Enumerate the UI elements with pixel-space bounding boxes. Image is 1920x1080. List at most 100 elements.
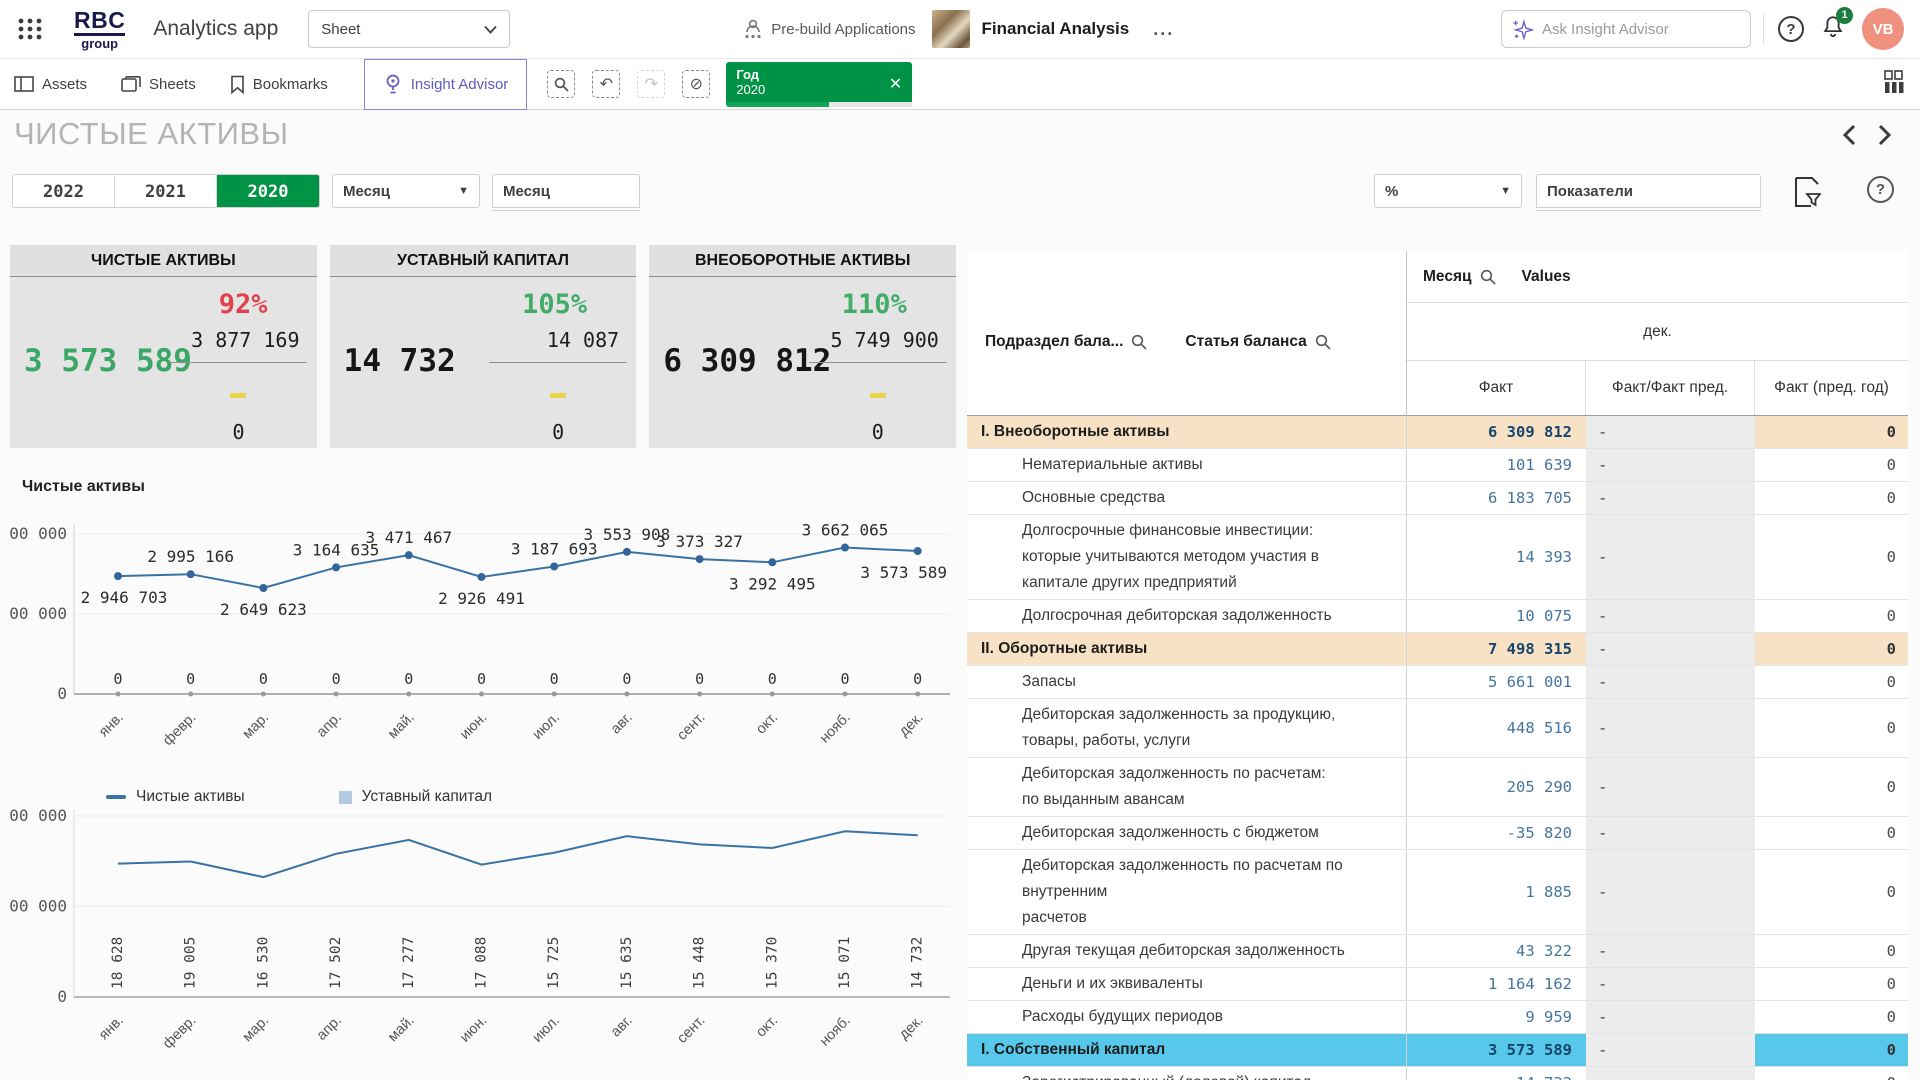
ask-insight-advisor-input[interactable]	[1542, 21, 1722, 38]
table-row[interactable]: Дебиторская задолженность по расчетам по…	[967, 850, 1908, 935]
user-avatar[interactable]: VB	[1862, 8, 1904, 50]
app-thumbnail[interactable]	[932, 10, 970, 48]
row-label[interactable]: Основные средства	[967, 482, 1407, 514]
notifications-button[interactable]: 1	[1820, 14, 1846, 45]
svg-text:16 530: 16 530	[255, 937, 271, 989]
clear-selections-button[interactable]: ⊘	[682, 70, 710, 98]
net-assets-line-chart[interactable]: 4 000 0002 000 00002 946 7032 995 1662 6…	[10, 496, 956, 751]
row-label[interactable]: Дебиторская задолженность с бюджетом	[967, 817, 1407, 849]
sheet-selector[interactable]: Sheet	[308, 10, 510, 48]
sheets-button[interactable]: Sheets	[121, 76, 196, 93]
table-row[interactable]: Дебиторская задолженность по расчетам: п…	[967, 758, 1908, 817]
row-label[interactable]: Долгосрочная дебиторская задолженность	[967, 600, 1407, 632]
column-header-fact-prev-year[interactable]: Факт (пред. год)	[1755, 361, 1908, 415]
table-row[interactable]: Основные средства6 183 705-0	[967, 482, 1908, 515]
app-grid-menu-icon[interactable]	[16, 15, 44, 43]
row-prev-year-value: 0	[1755, 968, 1908, 1000]
row-label[interactable]: Деньги и их эквиваленты	[967, 968, 1407, 1000]
row-label[interactable]: I. Собственный капитал	[967, 1034, 1407, 1066]
row-label[interactable]: I. Внеоборотные активы	[967, 416, 1407, 448]
column-header-fact[interactable]: Факт	[1407, 361, 1586, 415]
row-fact-value: -35 820	[1407, 817, 1586, 849]
bookmarks-button[interactable]: Bookmarks	[230, 75, 328, 94]
sheet-navigation	[1842, 124, 1892, 146]
row-ratio-value: -	[1586, 1067, 1755, 1080]
kpi-trend-dash-icon	[870, 393, 886, 398]
legend-item[interactable]: Уставный капитал	[339, 788, 492, 806]
indicators-listbox[interactable]: Показатели	[1536, 174, 1761, 208]
kpi-card-2: ВНЕОБОРОТНЫЕ АКТИВЫ6 309 812110%5 749 90…	[649, 245, 956, 448]
table-row[interactable]: Зарегистрированный (долевой) капитал14 7…	[967, 1067, 1908, 1080]
row-ratio-value: -	[1586, 758, 1755, 816]
table-row[interactable]: Другая текущая дебиторская задолженность…	[967, 935, 1908, 968]
table-row[interactable]: Дебиторская задолженность за продукцию, …	[967, 699, 1908, 758]
row-label[interactable]: Нематериальные активы	[967, 449, 1407, 481]
legend-item[interactable]: Чистые активы	[106, 788, 245, 806]
overflow-menu-button[interactable]: ...	[1153, 19, 1174, 40]
filter-pane-button[interactable]	[1793, 176, 1821, 213]
column-header-balance-subsection[interactable]: Подраздел бала...	[985, 267, 1147, 416]
ask-insight-advisor-box[interactable]	[1501, 10, 1751, 48]
row-prev-year-value: 0	[1755, 1067, 1908, 1080]
table-row[interactable]: II. Оборотные активы7 498 315-0	[967, 633, 1908, 666]
row-fact-value: 5 661 001	[1407, 666, 1586, 698]
row-label[interactable]: Зарегистрированный (долевой) капитал	[967, 1067, 1407, 1080]
svg-text:15 635: 15 635	[619, 937, 635, 989]
svg-text:0: 0	[57, 684, 67, 703]
insight-advisor-button[interactable]: Insight Advisor	[364, 59, 528, 110]
filter-chip-year[interactable]: Год 2020 ✕	[726, 62, 912, 107]
help-icon[interactable]: ?	[1867, 176, 1894, 203]
percent-dropdown[interactable]: %▼	[1374, 174, 1522, 208]
smart-search-button[interactable]	[547, 70, 575, 98]
row-label[interactable]: Дебиторская задолженность по расчетам по…	[967, 850, 1407, 934]
search-icon[interactable]	[1131, 334, 1147, 350]
row-fact-value: 1 164 162	[1407, 968, 1586, 1000]
dropdown-triangle-icon: ▼	[1500, 185, 1511, 197]
column-header-month[interactable]: Месяц	[1423, 268, 1496, 286]
row-label[interactable]: Дебиторская задолженность по расчетам: п…	[967, 758, 1407, 816]
kpi-percent: 105%	[489, 289, 627, 320]
table-row[interactable]: I. Внеоборотные активы6 309 812-0	[967, 416, 1908, 449]
month-dropdown[interactable]: Месяц▼	[332, 174, 480, 208]
chevron-down-icon	[484, 25, 497, 34]
row-label[interactable]: Другая текущая дебиторская задолженность	[967, 935, 1407, 967]
bar-legend-swatch	[339, 791, 352, 804]
search-icon[interactable]	[1480, 269, 1496, 285]
search-icon[interactable]	[1315, 334, 1331, 350]
year-button-2022[interactable]: 2022	[13, 175, 115, 208]
table-row[interactable]: Расходы будущих периодов9 959-0	[967, 1001, 1908, 1034]
column-header-fact-vs-prev[interactable]: Факт/Факт пред.	[1586, 361, 1755, 415]
column-header-balance-item[interactable]: Статья баланса	[1185, 267, 1330, 416]
year-button-2021[interactable]: 2021	[115, 175, 217, 208]
row-prev-year-value: 0	[1755, 449, 1908, 481]
table-row[interactable]: Запасы5 661 001-0	[967, 666, 1908, 699]
row-fact-value: 9 959	[1407, 1001, 1586, 1033]
combo-chart[interactable]: 4 000 0002 000 000018 62819 00516 53017 …	[10, 808, 956, 1056]
table-row[interactable]: Нематериальные активы101 639-0	[967, 449, 1908, 482]
table-row[interactable]: Долгосрочные финансовые инвестиции: кото…	[967, 515, 1908, 600]
column-header-values[interactable]: Values	[1522, 268, 1571, 286]
table-row[interactable]: Деньги и их эквиваленты1 164 162-0	[967, 968, 1908, 1001]
table-row[interactable]: Долгосрочная дебиторская задолженность10…	[967, 600, 1908, 633]
prebuild-applications-link[interactable]: Pre-build Applications	[743, 18, 915, 40]
chip-close-icon[interactable]: ✕	[889, 74, 902, 94]
next-sheet-icon[interactable]	[1878, 124, 1892, 146]
app-title: Analytics app	[153, 17, 278, 41]
row-label[interactable]: Расходы будущих периодов	[967, 1001, 1407, 1033]
row-label[interactable]: Запасы	[967, 666, 1407, 698]
assets-button[interactable]: Assets	[14, 76, 87, 93]
svg-text:0: 0	[113, 670, 122, 688]
table-row[interactable]: Дебиторская задолженность с бюджетом-35 …	[967, 817, 1908, 850]
kpi-main-value: 6 309 812	[663, 343, 831, 379]
help-icon[interactable]: ?	[1778, 16, 1804, 42]
step-forward-button[interactable]: ↷	[637, 70, 665, 98]
month-listbox[interactable]: Месяц	[492, 174, 640, 208]
table-row[interactable]: I. Собственный капитал3 573 589-0	[967, 1034, 1908, 1067]
row-label[interactable]: Долгосрочные финансовые инвестиции: кото…	[967, 515, 1407, 599]
sheet-layout-button[interactable]	[1882, 69, 1906, 100]
row-label[interactable]: II. Оборотные активы	[967, 633, 1407, 665]
step-back-button[interactable]: ↶	[592, 70, 620, 98]
prev-sheet-icon[interactable]	[1842, 124, 1856, 146]
year-button-2020[interactable]: 2020	[217, 175, 319, 208]
row-label[interactable]: Дебиторская задолженность за продукцию, …	[967, 699, 1407, 757]
